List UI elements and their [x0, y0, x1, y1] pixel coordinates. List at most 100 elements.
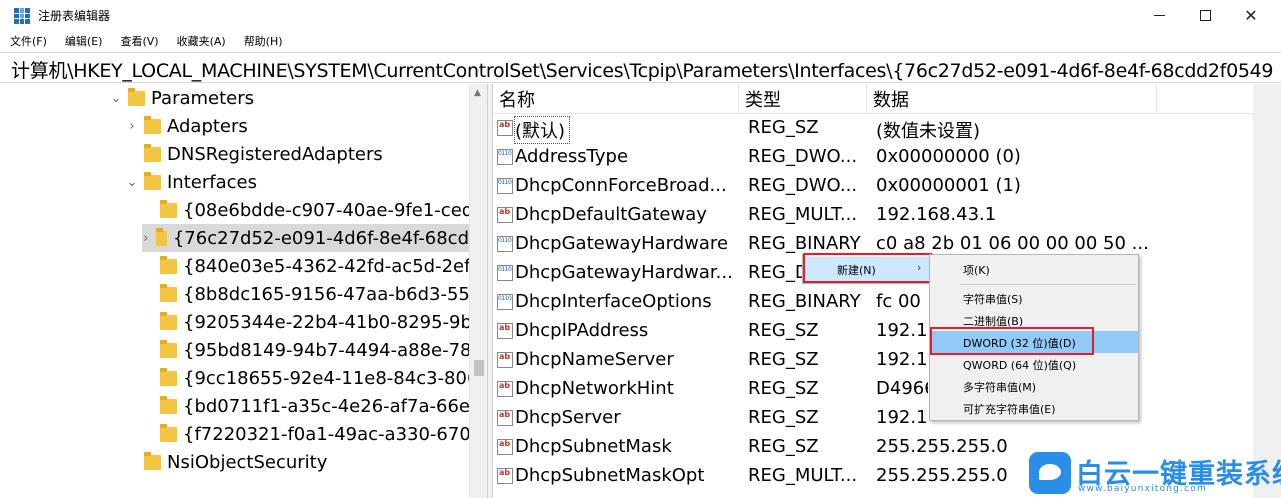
string-value-icon: ab — [497, 381, 513, 397]
tree-item-label: {bd0711f1-a35c-4e26-af7a-66e0 — [183, 395, 482, 417]
tree-item-adapters[interactable]: › Adapters — [126, 112, 248, 140]
submenu-label: 字符串值(S) — [963, 293, 1023, 306]
submenu-item-qword[interactable]: QWORD (64 位)值(Q) — [930, 353, 1138, 375]
table-row[interactable]: ab DhcpIPAddress REG_SZ 192.1 — [493, 317, 1253, 346]
table-row[interactable]: 0110 AddressType REG_DWO... 0x00000000 (… — [493, 143, 1253, 172]
submenu-item-multistring[interactable]: 多字符串值(M) — [930, 375, 1138, 397]
chevron-right-icon[interactable]: › — [142, 231, 150, 246]
string-value-icon: ab — [497, 468, 513, 484]
value-data: c0 a8 2b 01 06 00 00 00 50 ... — [876, 233, 1149, 254]
table-row[interactable]: 0110 DhcpConnForceBroad... REG_DWO... 0x… — [493, 172, 1253, 201]
value-type: REG_SZ — [748, 378, 819, 399]
value-type: REG_SZ — [748, 436, 819, 457]
value-data: 0x00000000 (0) — [876, 146, 1021, 167]
tree-item-interfaces[interactable]: ⌄ Interfaces — [126, 168, 257, 196]
chevron-down-icon[interactable]: ⌄ — [110, 91, 122, 106]
folder-icon — [160, 423, 177, 442]
tree-item-interface-guid[interactable]: {9205344e-22b4-41b0-8295-9b1 — [142, 308, 483, 336]
title-bar: 注册表编辑器 ✕ — [0, 0, 1281, 31]
tree-item-dnsregisteredadapters[interactable]: DNSRegisteredAdapters — [126, 140, 383, 168]
value-name: DhcpSubnetMaskOpt — [515, 465, 705, 486]
minimize-button[interactable] — [1136, 0, 1182, 31]
tree-item-label: {76c27d52-e091-4d6f-8e4f-68cd — [172, 227, 469, 249]
tree-item-label: {9205344e-22b4-41b0-8295-9b1 — [183, 311, 484, 333]
submenu-label: 多字符串值(M) — [963, 381, 1037, 394]
tree-item-interface-guid[interactable]: {9cc18655-92e4-11e8-84c3-806 — [142, 364, 478, 392]
column-header-name[interactable]: 名称 — [493, 84, 739, 113]
maximize-button[interactable] — [1182, 0, 1228, 31]
value-name: DhcpGatewayHardwar... — [515, 262, 733, 283]
value-name: DhcpSubnetMask — [515, 436, 672, 457]
tree-item-interface-guid[interactable]: {f7220321-f0a1-49ac-a330-670a — [142, 420, 482, 448]
window-title: 注册表编辑器 — [38, 9, 111, 23]
address-path: 计算机\HKEY_LOCAL_MACHINE\SYSTEM\CurrentCon… — [11, 60, 1274, 82]
value-type: REG_SZ — [748, 349, 819, 370]
tree-item-interface-guid[interactable]: {08e6bdde-c907-40ae-9fe1-ced — [142, 196, 473, 224]
menu-edit[interactable]: 编辑(E) — [63, 32, 105, 50]
folder-icon — [155, 227, 167, 246]
tree-item-label: Adapters — [167, 115, 248, 137]
submenu-item-expandable-string[interactable]: 可扩充字符串值(E) — [930, 397, 1138, 419]
folder-icon — [160, 367, 177, 386]
tree-item-parameters[interactable]: ⌄ Parameters — [110, 84, 254, 112]
highlight-box-dword — [930, 327, 1094, 355]
table-row[interactable]: ab (默认) REG_SZ (数值未设置) — [493, 114, 1253, 144]
tree-scrollbar[interactable]: ▲ — [469, 84, 487, 498]
tree-item-interface-guid[interactable]: {bd0711f1-a35c-4e26-af7a-66e0 — [142, 392, 481, 420]
tree-item-nsiobjectsecurity[interactable]: NsiObjectSecurity — [126, 448, 327, 476]
value-name: DhcpGatewayHardware — [515, 233, 729, 254]
value-type: REG_BINARY — [748, 291, 861, 312]
menu-view[interactable]: 查看(V) — [118, 32, 160, 50]
menu-bar: 文件(F) 编辑(E) 查看(V) 收藏夹(A) 帮助(H) — [0, 31, 1281, 51]
scroll-up-icon[interactable]: ▲ — [474, 88, 481, 98]
table-row[interactable]: ab DhcpServer REG_SZ 192.1 — [493, 404, 1253, 433]
value-name: DhcpNetworkHint — [515, 378, 674, 399]
submenu-item-string[interactable]: 字符串值(S) — [930, 287, 1138, 309]
tree-item-interface-guid[interactable]: {95bd8149-94b7-4494-a88e-788 — [142, 336, 483, 364]
table-row[interactable]: ab DhcpDefaultGateway REG_MULT... 192.16… — [493, 201, 1253, 230]
string-value-icon: ab — [497, 410, 513, 426]
highlight-box-new — [803, 253, 932, 283]
chevron-right-icon[interactable]: › — [126, 119, 138, 134]
value-scrollbar[interactable] — [1253, 84, 1281, 498]
folder-icon — [160, 339, 177, 358]
binary-value-icon: 0110 — [497, 236, 513, 252]
value-name: (默认) — [514, 116, 570, 144]
column-header-data[interactable]: 数据 — [867, 84, 1157, 113]
minimize-icon — [1153, 15, 1165, 16]
value-type: REG_BINARY — [748, 233, 861, 254]
folder-icon — [144, 451, 161, 470]
column-header-type[interactable]: 类型 — [739, 84, 867, 113]
value-list: 名称 类型 数据 ab (默认) REG_SZ (数值未设置) 0110 Add… — [493, 84, 1281, 498]
value-name: DhcpNameServer — [515, 349, 674, 370]
table-row[interactable]: 0110 DhcpInterfaceOptions REG_BINARY fc … — [493, 288, 1253, 317]
table-row[interactable]: ab DhcpNetworkHint REG_SZ D4966 — [493, 375, 1253, 404]
chevron-down-icon[interactable]: ⌄ — [126, 175, 138, 190]
value-type: REG_MULT... — [748, 465, 858, 486]
tree-item-label: DNSRegisteredAdapters — [167, 143, 383, 165]
tree-item-interface-guid-selected[interactable]: › {76c27d52-e091-4d6f-8e4f-68cd — [142, 224, 469, 252]
value-name: DhcpDefaultGateway — [515, 204, 707, 225]
scroll-thumb[interactable] — [474, 360, 484, 376]
menu-help[interactable]: 帮助(H) — [242, 32, 285, 50]
folder-icon — [160, 311, 177, 330]
value-type: REG_DWO... — [748, 175, 858, 196]
value-data: 192.1 — [876, 349, 928, 370]
tree-item-label: {840e03e5-4362-42fd-ac5d-2efc — [183, 255, 481, 277]
value-data: 0x00000001 (1) — [876, 175, 1021, 196]
submenu-item-key[interactable]: 项(K) — [930, 258, 1138, 280]
menu-file[interactable]: 文件(F) — [8, 32, 49, 50]
close-button[interactable]: ✕ — [1228, 0, 1274, 31]
value-name: DhcpIPAddress — [515, 320, 649, 341]
address-bar[interactable]: 计算机\HKEY_LOCAL_MACHINE\SYSTEM\CurrentCon… — [0, 52, 1281, 83]
tree-item-label: {08e6bdde-c907-40ae-9fe1-ced — [183, 199, 474, 221]
binary-value-icon: 0110 — [497, 178, 513, 194]
tree-item-interface-guid[interactable]: {8b8dc165-9156-47aa-b6d3-554 — [142, 280, 481, 308]
tree-item-interface-guid[interactable]: {840e03e5-4362-42fd-ac5d-2efc — [142, 252, 480, 280]
folder-icon — [160, 199, 177, 218]
table-row[interactable]: ab DhcpNameServer REG_SZ 192.1 — [493, 346, 1253, 375]
menu-favorites[interactable]: 收藏夹(A) — [175, 32, 228, 50]
value-type: REG_SZ — [748, 117, 819, 138]
string-value-icon: ab — [497, 120, 513, 136]
registry-icon — [14, 8, 30, 24]
